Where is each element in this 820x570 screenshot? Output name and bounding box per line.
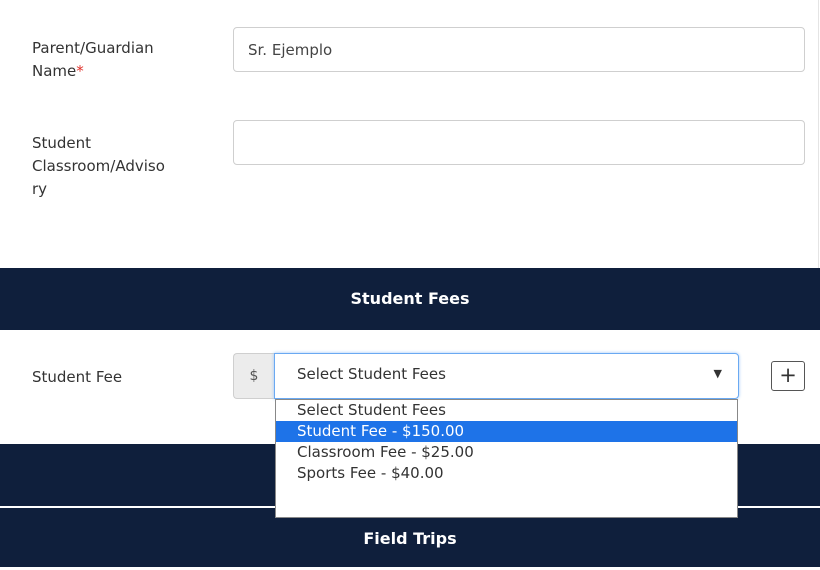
dropdown-option-highlighted[interactable]: Student Fee - $150.00 — [276, 421, 737, 442]
required-asterisk: * — [76, 62, 84, 80]
classroom-label-line2: Classroom/Adviso — [32, 157, 165, 175]
currency-addon: $ — [233, 353, 274, 399]
dropdown-option[interactable]: Select Student Fees — [276, 400, 737, 421]
student-classroom-label: Student Classroom/Adviso ry — [32, 132, 165, 201]
student-fees-header: Student Fees — [0, 268, 820, 330]
parent-guardian-name-input[interactable] — [233, 27, 805, 72]
student-fee-label: Student Fee — [32, 368, 123, 386]
caret-down-icon: ▼ — [713, 367, 722, 380]
parent-label-line2: Name — [32, 62, 77, 80]
plus-icon: + — [779, 363, 797, 387]
dropdown-option[interactable]: Classroom Fee - $25.00 — [276, 442, 737, 463]
dropdown-option[interactable]: Sports Fee - $40.00 — [276, 463, 737, 484]
classroom-label-line3: ry — [32, 180, 48, 198]
student-fee-dropdown-list: Select Student Fees Student Fee - $150.0… — [275, 399, 738, 518]
add-fee-button[interactable]: + — [771, 361, 805, 391]
panel-right-border — [818, 0, 819, 268]
parent-label-line1: Parent/Guardian — [32, 39, 154, 57]
select-current-value: Select Student Fees — [297, 365, 446, 383]
classroom-label-line1: Student — [32, 134, 92, 152]
parent-guardian-label: Parent/Guardian Name* — [32, 37, 154, 83]
student-fee-select[interactable]: Select Student Fees ▼ — [274, 353, 739, 399]
student-classroom-input[interactable] — [233, 120, 805, 165]
